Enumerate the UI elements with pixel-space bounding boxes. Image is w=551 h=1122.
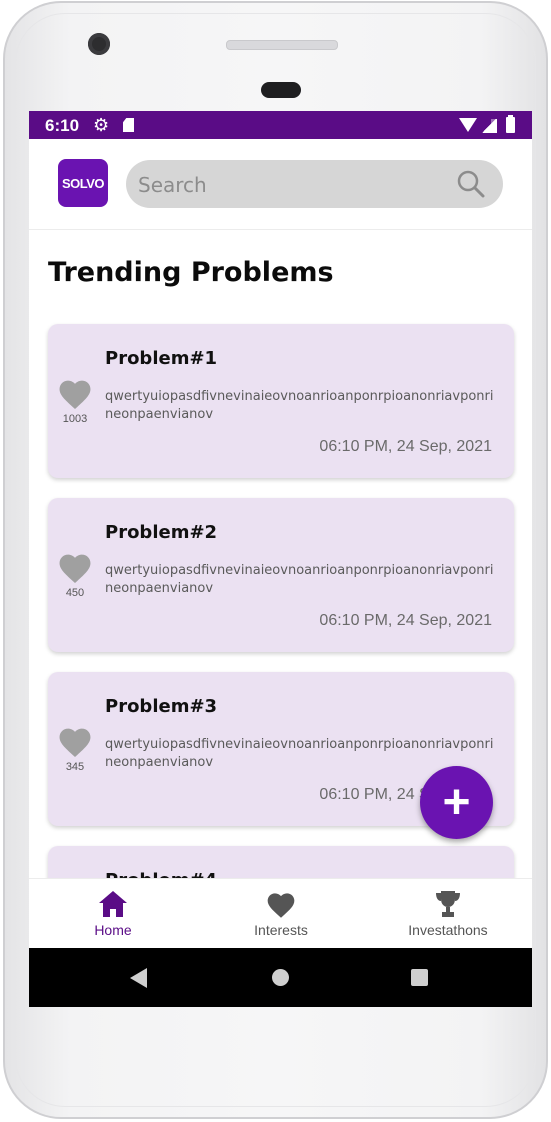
nav-item-investathons[interactable]: Investathons: [364, 879, 532, 949]
search-icon[interactable]: [457, 170, 485, 198]
app-screen: 6:10 ⚙ SOLVO Trending Problems 1003 Prob…: [29, 111, 532, 1007]
like-button[interactable]: 1003: [56, 376, 94, 425]
like-count: 345: [65, 761, 85, 773]
problem-title: Problem#2: [105, 522, 218, 543]
heart-icon[interactable]: [56, 550, 94, 584]
like-count: 450: [65, 587, 85, 599]
recent-apps-icon[interactable]: [411, 969, 428, 986]
proximity-sensor: [261, 82, 301, 98]
problem-card[interactable]: 450 Problem#2 qwertyuiopasdfivnevinaieov…: [48, 498, 514, 652]
app-header: SOLVO: [29, 139, 532, 230]
search-input[interactable]: [136, 160, 450, 210]
status-bar: 6:10 ⚙: [29, 111, 532, 139]
settings-gear-icon: ⚙: [93, 115, 110, 135]
cell-signal-icon: [481, 119, 497, 133]
wifi-icon: [459, 118, 477, 132]
problem-description: qwertyuiopasdfivnevinaieovnoanrioanponrp…: [105, 563, 494, 596]
status-time: 6:10: [45, 116, 80, 135]
nav-label-interests: Interests: [254, 922, 308, 938]
nav-item-home[interactable]: Home: [29, 879, 197, 949]
problem-timestamp: 06:10 PM, 24 Sep, 2021: [319, 612, 492, 629]
add-problem-button[interactable]: +: [420, 766, 493, 839]
earpiece-speaker: [226, 40, 338, 50]
battery-icon: [506, 115, 515, 133]
problem-timestamp: 06:10 PM, 24 Sep, 2021: [319, 438, 492, 455]
heart-icon[interactable]: [56, 724, 94, 758]
system-navigation-bar: [29, 948, 532, 1007]
home-icon: [99, 891, 127, 917]
heart-icon: [267, 893, 295, 918]
search-bar[interactable]: [126, 160, 503, 210]
front-camera: [88, 33, 110, 55]
problem-title: Problem#1: [105, 348, 218, 369]
nav-item-interests[interactable]: Interests: [197, 879, 365, 949]
back-icon[interactable]: [130, 968, 147, 988]
app-logo[interactable]: SOLVO: [58, 159, 108, 207]
nav-label-investathons: Investathons: [408, 922, 488, 938]
problem-title: Problem#3: [105, 696, 218, 717]
sd-card-icon: [123, 118, 134, 132]
like-button[interactable]: 450: [56, 550, 94, 599]
like-count: 1003: [62, 413, 88, 425]
heart-icon[interactable]: [56, 376, 94, 410]
page-title: Trending Problems: [48, 257, 334, 288]
like-button[interactable]: 345: [56, 724, 94, 773]
home-circle-icon[interactable]: [272, 969, 289, 986]
nav-label-home: Home: [94, 922, 132, 938]
problem-card[interactable]: 1003 Problem#1 qwertyuiopasdfivnevinaieo…: [48, 324, 514, 478]
problem-description: qwertyuiopasdfivnevinaieovnoanrioanponrp…: [105, 737, 494, 770]
trophy-icon: [436, 891, 460, 917]
bottom-navigation: Home Interests Investathons: [29, 878, 532, 949]
problem-description: qwertyuiopasdfivnevinaieovnoanrioanponrp…: [105, 389, 494, 422]
